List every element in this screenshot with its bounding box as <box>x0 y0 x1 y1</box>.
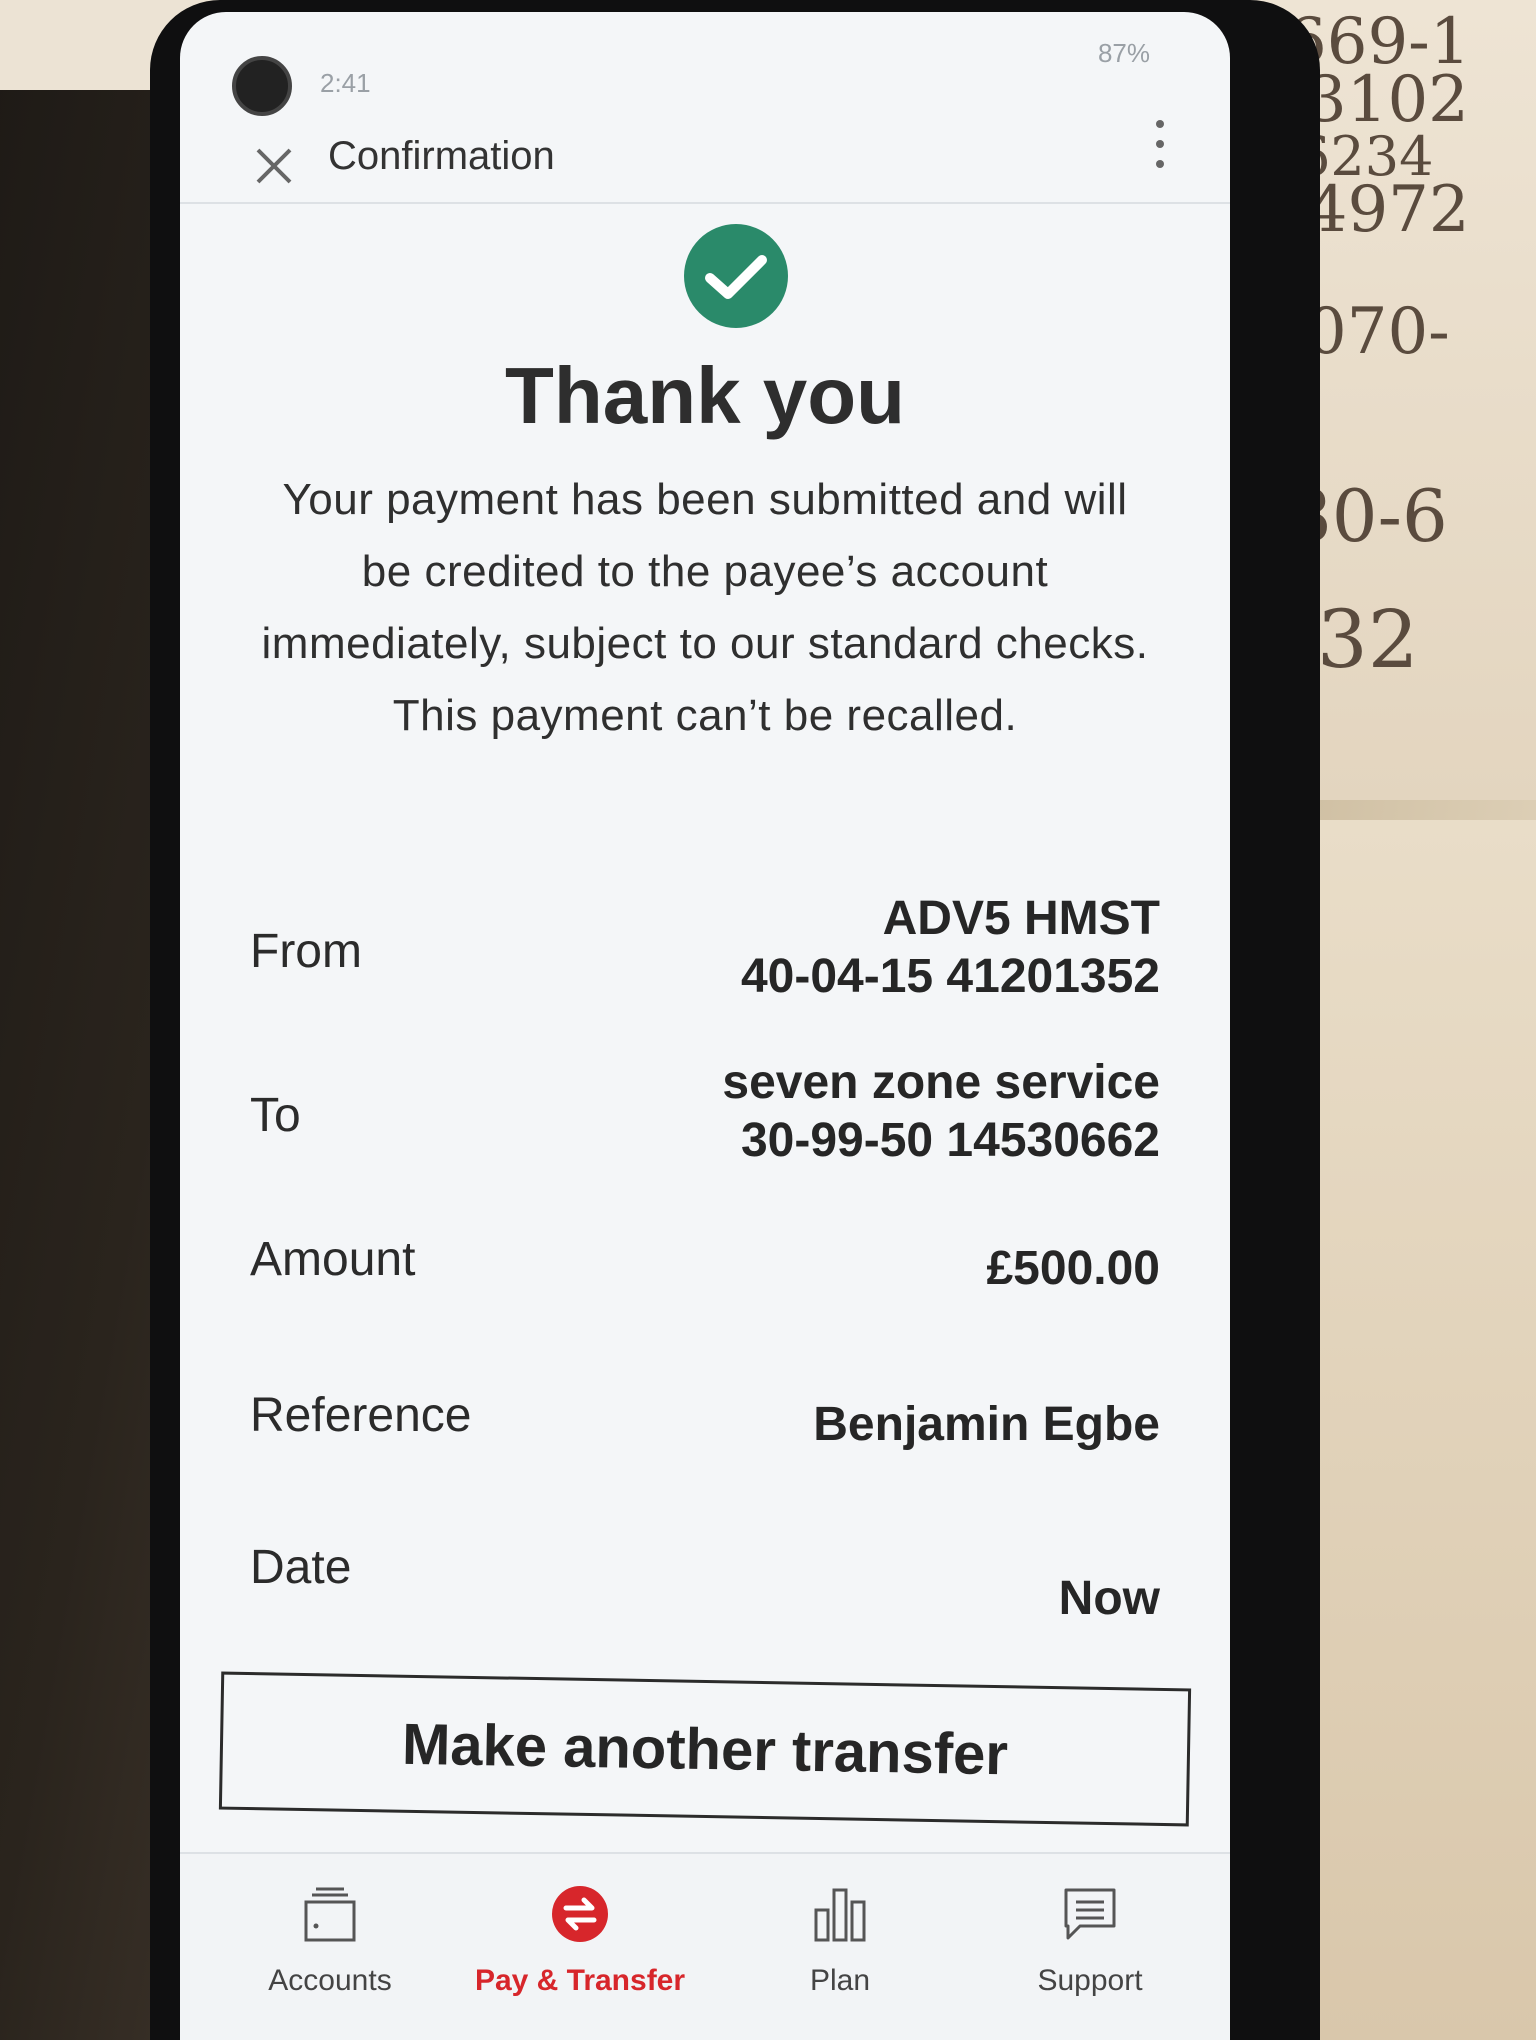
amount-label: Amount <box>250 1233 416 1286</box>
support-icon <box>1064 1888 1116 1940</box>
detail-row-reference: Reference Benjamin Egbe <box>180 1378 1230 1518</box>
tab-support[interactable]: Support <box>980 1884 1200 1998</box>
confirmation-message: Your payment has been submitted and will… <box>261 475 1149 740</box>
app-bar: Confirmation <box>180 102 1230 204</box>
more-options-icon[interactable] <box>1150 114 1170 174</box>
pay-transfer-icon <box>552 1886 608 1942</box>
detail-row-amount: Amount £500.00 <box>180 1222 1230 1362</box>
reference-label: Reference <box>250 1389 472 1442</box>
plan-icon <box>814 1888 866 1942</box>
accounts-icon <box>304 1887 356 1942</box>
from-account: 40-04-15 41201352 <box>740 950 1160 1003</box>
confirmation-title: Thank you <box>504 351 906 440</box>
bottom-tab-bar: Accounts Pay & Transfer Plan Support <box>180 1852 1230 2040</box>
to-label: To <box>250 1089 301 1142</box>
detail-row-from: From ADV5 HMST 40-04-15 41201352 <box>180 884 1230 1024</box>
tab-accounts[interactable]: Accounts <box>220 1884 440 1998</box>
to-account: 30-99-50 14530662 <box>740 1114 1160 1167</box>
status-bar: 2:41 87% <box>180 12 1230 116</box>
date-value: Now <box>1058 1572 1160 1625</box>
tab-pay-transfer-label: Pay & Transfer <box>474 1964 686 1997</box>
page-title: Confirmation <box>328 134 555 178</box>
close-icon[interactable] <box>252 144 296 188</box>
note-line: 070- <box>1306 295 1450 369</box>
make-another-transfer-button[interactable]: Make another transfer <box>218 1671 1192 1827</box>
from-value: ADV5 HMST 40-04-15 41201352 <box>741 890 1160 1006</box>
detail-row-to: To seven zone service 30-99-50 14530662 <box>180 1048 1230 1188</box>
reference-value: Benjamin Egbe <box>813 1398 1160 1451</box>
tab-pay-transfer[interactable]: Pay & Transfer <box>470 1884 690 1998</box>
tab-accounts-label: Accounts <box>268 1964 392 1997</box>
from-name: ADV5 HMST <box>882 892 1160 945</box>
phone-screen: 2:41 87% Confirmation Thank you Your pay… <box>180 12 1230 2040</box>
from-label: From <box>250 925 362 978</box>
date-label: Date <box>250 1541 352 1594</box>
to-name: seven zone service <box>722 1056 1160 1109</box>
note-line: 3102 <box>1306 63 1469 137</box>
to-value: seven zone service 30-99-50 14530662 <box>722 1054 1160 1170</box>
tab-plan-label: Plan <box>809 1964 871 1997</box>
tab-support-label: Support <box>1037 1964 1143 1997</box>
status-battery: 87% <box>1097 38 1150 68</box>
amount-value: £500.00 <box>986 1242 1160 1295</box>
success-check-icon <box>684 224 788 328</box>
status-time: 2:41 <box>320 68 371 98</box>
detail-row-date: Date Now <box>180 1530 1230 1670</box>
tab-plan[interactable]: Plan <box>730 1884 950 1998</box>
